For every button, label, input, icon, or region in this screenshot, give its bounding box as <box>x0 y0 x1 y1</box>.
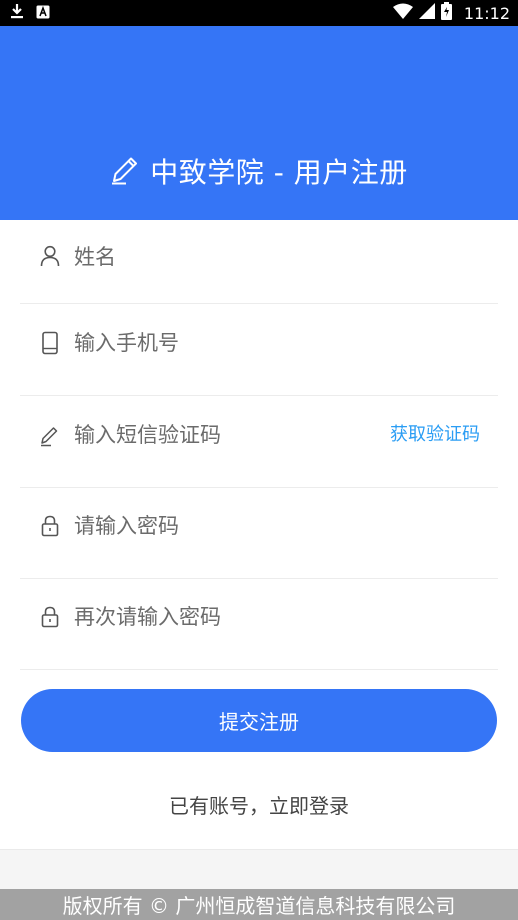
edit-icon <box>40 423 60 447</box>
copyright-footer: 版权所有 © 广州恒成智道信息科技有限公司 <box>0 889 518 920</box>
cell-signal-icon <box>418 3 435 23</box>
a-badge-icon <box>36 4 50 23</box>
name-field[interactable] <box>74 240 374 274</box>
header-title-group: 中致学院 - 用户注册 <box>0 151 518 191</box>
submit-register-button[interactable]: 提交注册 <box>21 689 497 752</box>
phone-row <box>20 304 498 396</box>
status-time: 11:12 <box>463 3 510 23</box>
password-row <box>20 487 498 579</box>
pencil-icon <box>110 153 140 189</box>
name-row <box>20 220 498 304</box>
confirm-password-row <box>20 578 498 670</box>
page-title: 中致学院 - 用户注册 <box>150 156 408 189</box>
get-code-button[interactable]: 获取验证码 <box>390 420 480 446</box>
login-link[interactable]: 已有账号，立即登录 <box>0 790 518 819</box>
sms-code-row: 获取验证码 <box>20 396 498 488</box>
lock-icon <box>40 514 60 538</box>
phone-field[interactable] <box>74 326 374 360</box>
download-icon <box>10 3 24 23</box>
battery-icon <box>440 2 452 24</box>
sms-code-field[interactable] <box>74 418 374 452</box>
header-banner: 中致学院 - 用户注册 <box>0 26 518 220</box>
user-icon <box>40 245 60 269</box>
status-bar: 11:12 <box>0 0 518 26</box>
phone-icon <box>40 331 60 355</box>
bottom-spacer <box>0 849 518 890</box>
lock-icon <box>40 605 60 629</box>
confirm-password-field[interactable] <box>74 600 374 634</box>
password-field[interactable] <box>74 509 374 543</box>
wifi-icon <box>392 3 413 23</box>
